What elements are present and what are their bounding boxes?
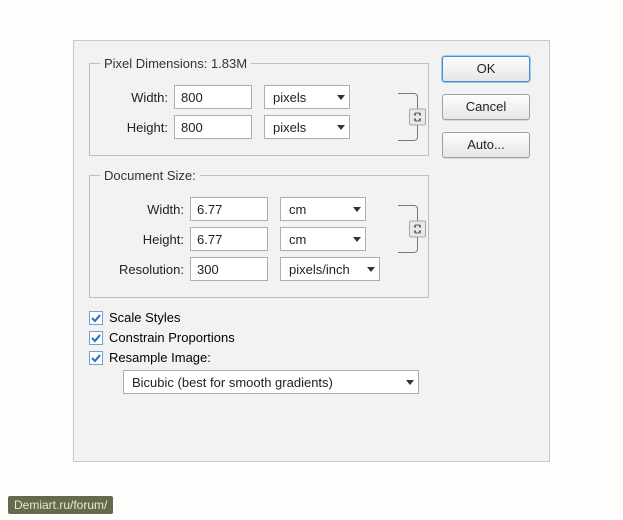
chevron-down-icon [337, 125, 345, 130]
chevron-down-icon [367, 267, 375, 272]
pixel-height-input[interactable] [174, 115, 252, 139]
pixel-dimensions-group: Pixel Dimensions: 1.83M Width: pixels He… [89, 56, 429, 156]
pixel-width-unit-select[interactable]: pixels [264, 85, 350, 109]
dialog-buttons-column: OK Cancel Auto... [442, 56, 534, 170]
pixel-height-unit-select[interactable]: pixels [264, 115, 350, 139]
constrain-proportions-checkbox[interactable] [89, 331, 103, 345]
main-column: Pixel Dimensions: 1.83M Width: pixels He… [89, 56, 429, 394]
doc-height-unit-select[interactable]: cm [280, 227, 366, 251]
doc-link-bracket [398, 205, 418, 253]
pixel-dimensions-legend: Pixel Dimensions: 1.83M [100, 56, 251, 71]
resolution-input[interactable] [190, 257, 268, 281]
pixel-height-label: Height: [100, 120, 174, 135]
constrain-proportions-label: Constrain Proportions [109, 330, 235, 345]
document-size-group: Document Size: Width: cm Height: cm Reso… [89, 168, 429, 298]
chevron-down-icon [337, 95, 345, 100]
doc-height-input[interactable] [190, 227, 268, 251]
link-icon[interactable] [409, 109, 426, 126]
resolution-label: Resolution: [100, 262, 190, 277]
chevron-down-icon [353, 237, 361, 242]
resample-image-label: Resample Image: [109, 350, 211, 365]
ok-button[interactable]: OK [442, 56, 530, 82]
link-icon[interactable] [409, 221, 426, 238]
doc-width-unit-select[interactable]: cm [280, 197, 366, 221]
resample-method-select[interactable]: Bicubic (best for smooth gradients) [123, 370, 419, 394]
chevron-down-icon [406, 380, 414, 385]
image-size-dialog: OK Cancel Auto... Pixel Dimensions: 1.83… [73, 40, 550, 462]
chevron-down-icon [353, 207, 361, 212]
doc-height-label: Height: [100, 232, 190, 247]
cancel-button[interactable]: Cancel [442, 94, 530, 120]
document-size-legend: Document Size: [100, 168, 200, 183]
pixel-link-bracket [398, 93, 418, 141]
doc-width-input[interactable] [190, 197, 268, 221]
resolution-unit-select[interactable]: pixels/inch [280, 257, 380, 281]
doc-width-label: Width: [100, 202, 190, 217]
scale-styles-label: Scale Styles [109, 310, 181, 325]
scale-styles-checkbox[interactable] [89, 311, 103, 325]
resample-image-checkbox[interactable] [89, 351, 103, 365]
pixel-width-input[interactable] [174, 85, 252, 109]
watermark-badge: Demiart.ru/forum/ [8, 496, 113, 514]
auto-button[interactable]: Auto... [442, 132, 530, 158]
pixel-width-label: Width: [100, 90, 174, 105]
